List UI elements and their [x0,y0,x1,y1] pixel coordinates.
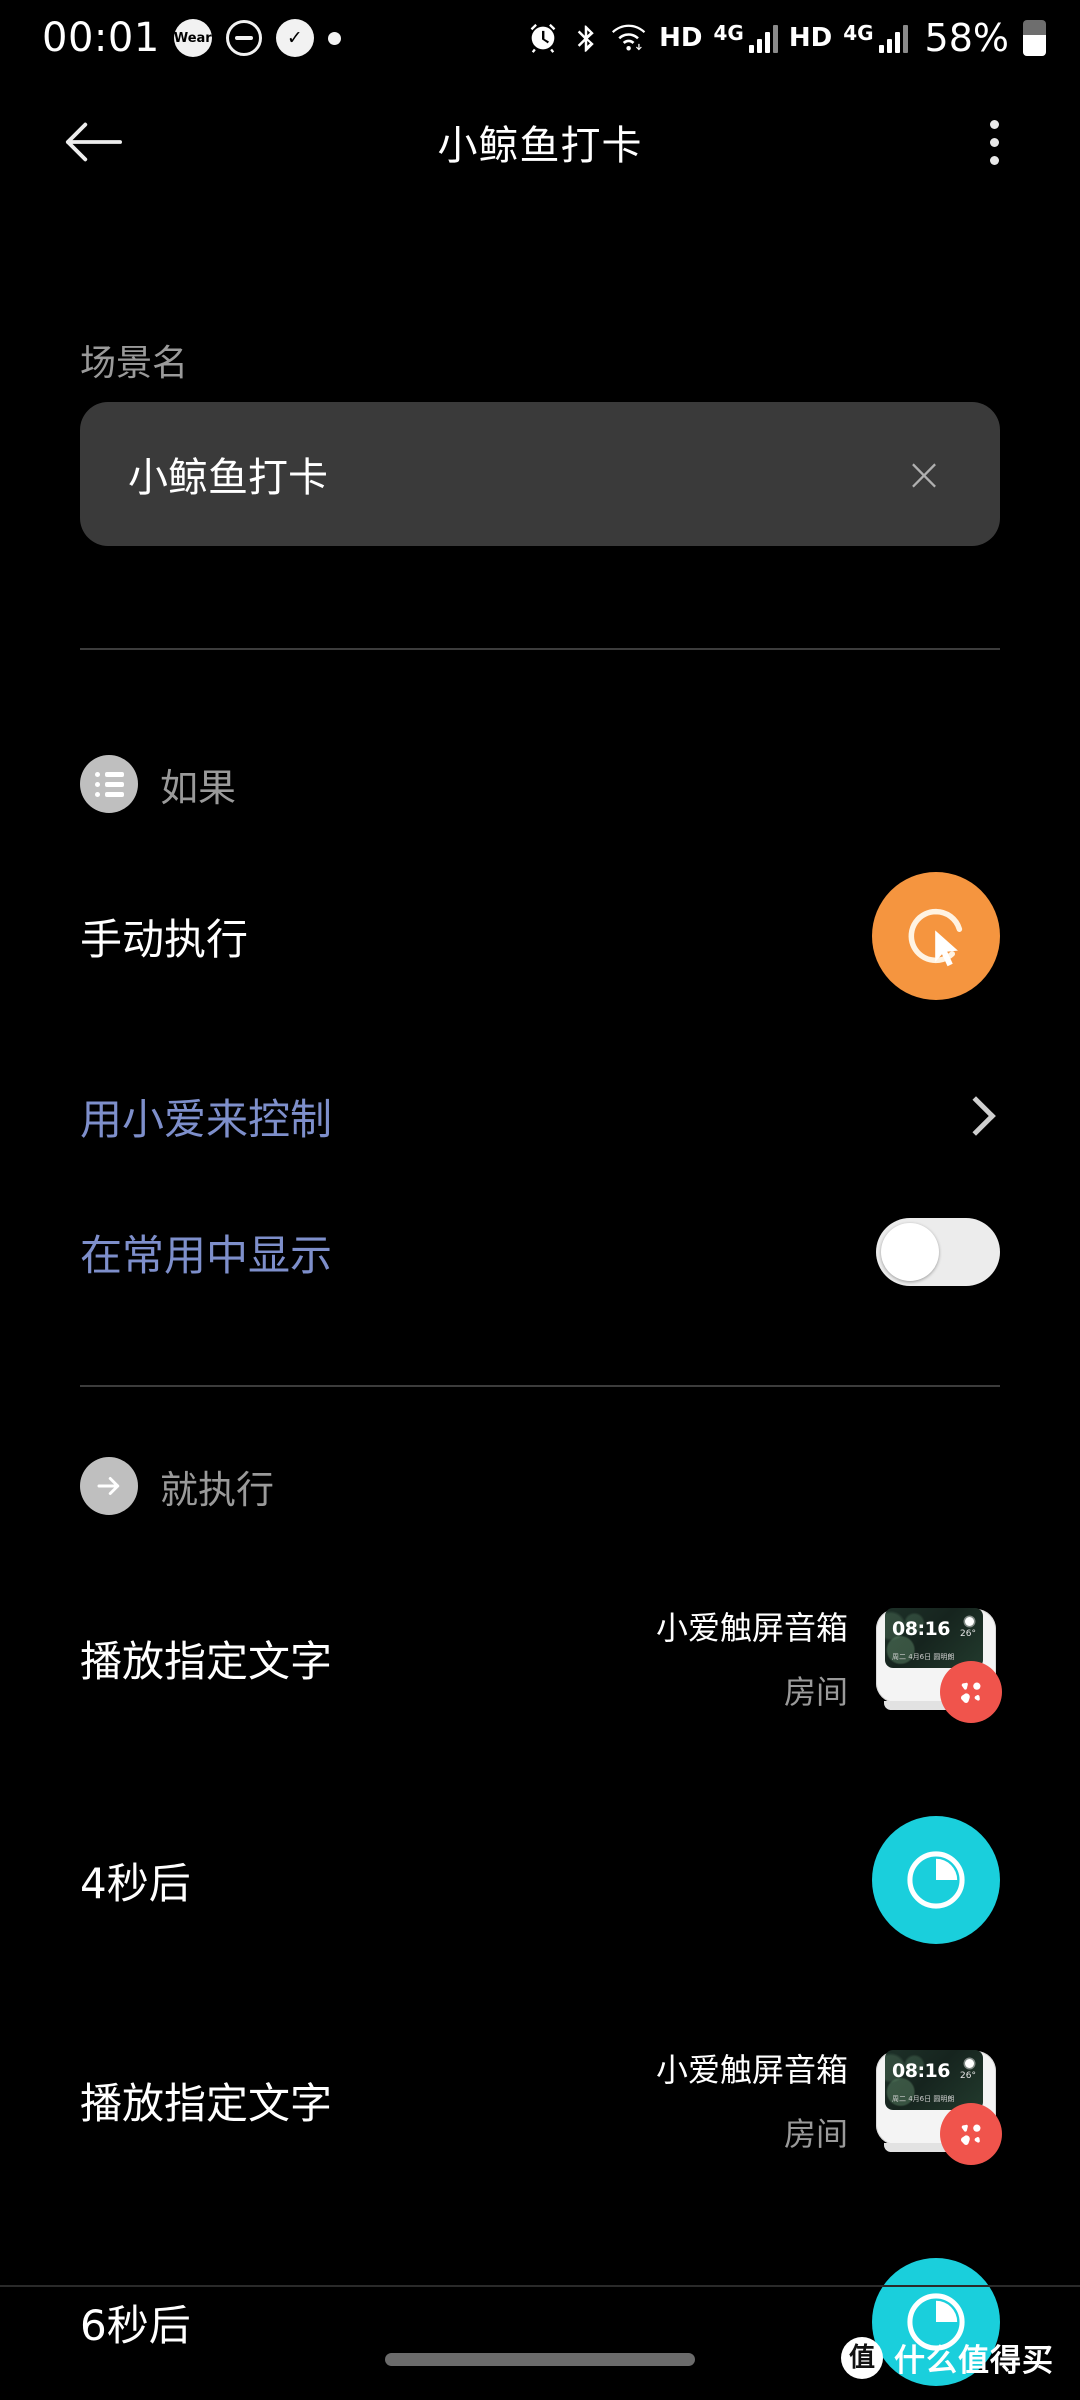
row-title: 播放指定文字 [80,2078,333,2128]
section-divider-bottom [80,1385,1000,1387]
speaker-time: 08:16 [892,1618,950,1640]
device-name: 小爱触屏音箱 [655,2051,848,2089]
row-show-in-favorites[interactable]: 在常用中显示 [80,1182,1000,1322]
status-bar: 00:01 Wear ✓ HD 4G HD 4G 58% [0,0,1080,76]
wear-badge-icon: Wear [173,19,212,57]
list-line [94,771,124,777]
speaker-time: 08:16 [892,2060,950,2082]
watermark-logo: 值 [841,2336,883,2379]
home-indicator[interactable] [385,2353,695,2366]
watermark: 值 什么值得买 [841,2335,1054,2380]
hd-indicator-1: HD [659,23,703,53]
row-play-text-1[interactable]: 播放指定文字 小爱触屏音箱 房间 08:16 26° 周二 4月6日 圆明朗 [80,1588,1002,1728]
page-title: 小鲸鱼打卡 [437,123,643,169]
device-meta: 小爱触屏音箱 房间 [656,1603,848,1713]
row-title: 在常用中显示 [80,1230,333,1280]
row-device-info[interactable]: 小爱触屏音箱 房间 08:16 26° 周二 4月6日 圆明朗 [656,2037,1002,2165]
if-section-header: 如果 [80,755,236,813]
bluetooth-icon [577,25,594,52]
toggle-knob [881,1223,939,1281]
network-generation-2: 4G [843,21,874,45]
network-generation-1: 4G [713,21,744,45]
cursor-click-glyph [908,908,963,967]
sun-icon [965,1617,974,1626]
then-section-label: 就执行 [160,1467,275,1512]
hd-indicator-2: HD [788,23,833,53]
row-title: 播放指定文字 [80,1636,333,1686]
speaker-date: 周二 4月6日 圆明朗 [892,2095,955,2103]
timer-pie-icon[interactable] [872,1816,1000,1944]
mi-ai-badge-icon [940,1661,1002,1723]
arrow-right-icon [80,1457,138,1515]
wifi-icon [612,24,646,51]
phone-screen: 00:01 Wear ✓ HD 4G HD 4G 58% 小鲸鱼打卡 场景名 小… [0,0,1080,2400]
alarm-icon [530,23,556,53]
scene-name-value[interactable]: 小鲸鱼打卡 [128,445,896,503]
cellular-signal-1: 4G [714,23,778,53]
device-meta: 小爱触屏音箱 房间 [656,2045,848,2155]
row-xiaoai-control[interactable]: 用小爱来控制 [80,1046,1000,1186]
device-room: 房间 [783,1673,848,1711]
status-bar-right: HD 4G HD 4G 58% [526,19,1046,57]
arrow-right-glyph [97,1477,120,1495]
scene-name-label: 场景名 [80,343,189,384]
chevron-right-icon[interactable] [956,1096,996,1136]
status-bar-left: 00:01 Wear ✓ [42,18,341,58]
mi-ai-badge-icon [940,2103,1002,2165]
device-name: 小爱触屏音箱 [655,1609,848,1647]
list-glyph [94,771,124,797]
dot-icon [327,31,341,45]
do-not-disturb-icon [225,20,262,56]
clear-icon[interactable]: × [896,446,952,502]
smart-speaker-thumbnail[interactable]: 08:16 26° 周二 4月6日 圆明朗 [874,2037,1002,2165]
overflow-dot [989,137,999,147]
app-bar: 小鲸鱼打卡 [0,76,1080,208]
watermark-text: 什么值得买 [894,2343,1054,2379]
battery-percent: 58% [924,16,1009,60]
sun-icon [965,2059,974,2068]
speaker-temperature: 26° [960,2071,976,2081]
mi-ai-glyph [961,1682,981,1703]
speaker-date: 周二 4月6日 圆明朗 [892,1653,955,1661]
cellular-signal-2: 4G [843,21,908,53]
if-section-label: 如果 [160,765,237,810]
bottom-divider [0,2285,1080,2287]
list-icon [80,755,138,813]
status-clock: 00:01 [42,15,160,61]
row-title: 用小爱来控制 [80,1094,333,1144]
row-title: 手动执行 [80,914,249,964]
list-line [94,791,124,797]
scene-name-input[interactable]: 小鲸鱼打卡 × [80,402,1000,546]
section-divider-top [80,648,1000,650]
battery-icon [1023,20,1046,56]
row-device-info[interactable]: 小爱触屏音箱 房间 08:16 26° 周二 4月6日 圆明朗 [656,1595,1002,1723]
signal-bars-2 [878,23,908,53]
device-room: 房间 [783,2115,848,2153]
timer-pie-glyph [907,1851,965,1909]
row-delay-4s[interactable]: 4秒后 [80,1810,1000,1950]
signal-bars-1 [748,23,778,53]
row-title: 6秒后 [80,2300,191,2350]
overflow-menu-button[interactable] [946,87,1042,197]
speaker-screen: 08:16 26° 周二 4月6日 圆明朗 [885,2050,983,2110]
row-manual-execute[interactable]: 手动执行 [80,866,1000,1006]
speaker-temperature: 26° [960,1629,976,1639]
overflow-dot [989,119,999,129]
battery-fill [1023,35,1046,56]
smart-speaker-thumbnail[interactable]: 08:16 26° 周二 4月6日 圆明朗 [874,1595,1002,1723]
then-section-header: 就执行 [80,1457,274,1515]
row-play-text-2[interactable]: 播放指定文字 小爱触屏音箱 房间 08:16 26° 周二 4月6日 圆明朗 [80,2030,1002,2170]
list-line [94,781,124,787]
show-in-favorites-toggle[interactable] [876,1218,1000,1286]
mi-ai-glyph [961,2124,981,2145]
overflow-dot [989,155,999,165]
speaker-screen: 08:16 26° 周二 4月6日 圆明朗 [885,1608,983,1668]
row-title: 4秒后 [80,1858,191,1908]
task-check-icon: ✓ [275,19,314,57]
manual-tap-icon[interactable] [872,872,1000,1000]
